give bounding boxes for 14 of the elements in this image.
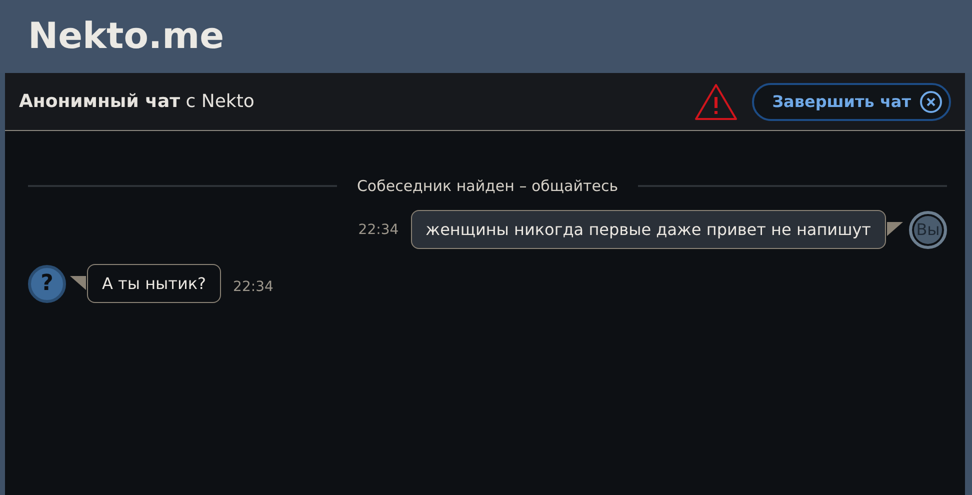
bubble-tail-icon bbox=[887, 222, 903, 236]
bubble-tail-icon bbox=[70, 276, 86, 290]
message-bubble: женщины никогда первые даже привет не напишут bbox=[410, 210, 886, 249]
message-time: 22:34 bbox=[358, 222, 399, 238]
message-bubble: А ты нытик? bbox=[87, 264, 222, 303]
system-message: Собеседник найден – общайтесь bbox=[356, 177, 618, 195]
partner-avatar: ? bbox=[28, 264, 66, 302]
site-logo[interactable]: Nekto.me bbox=[28, 16, 224, 57]
user-avatar: Вы bbox=[909, 210, 947, 248]
chat-title: Анонимный чат с Nekto bbox=[19, 91, 254, 112]
message-time: 22:34 bbox=[233, 278, 274, 294]
close-icon bbox=[919, 90, 943, 114]
warning-icon[interactable] bbox=[694, 82, 738, 120]
end-chat-button[interactable]: Завершить чат bbox=[752, 82, 951, 120]
